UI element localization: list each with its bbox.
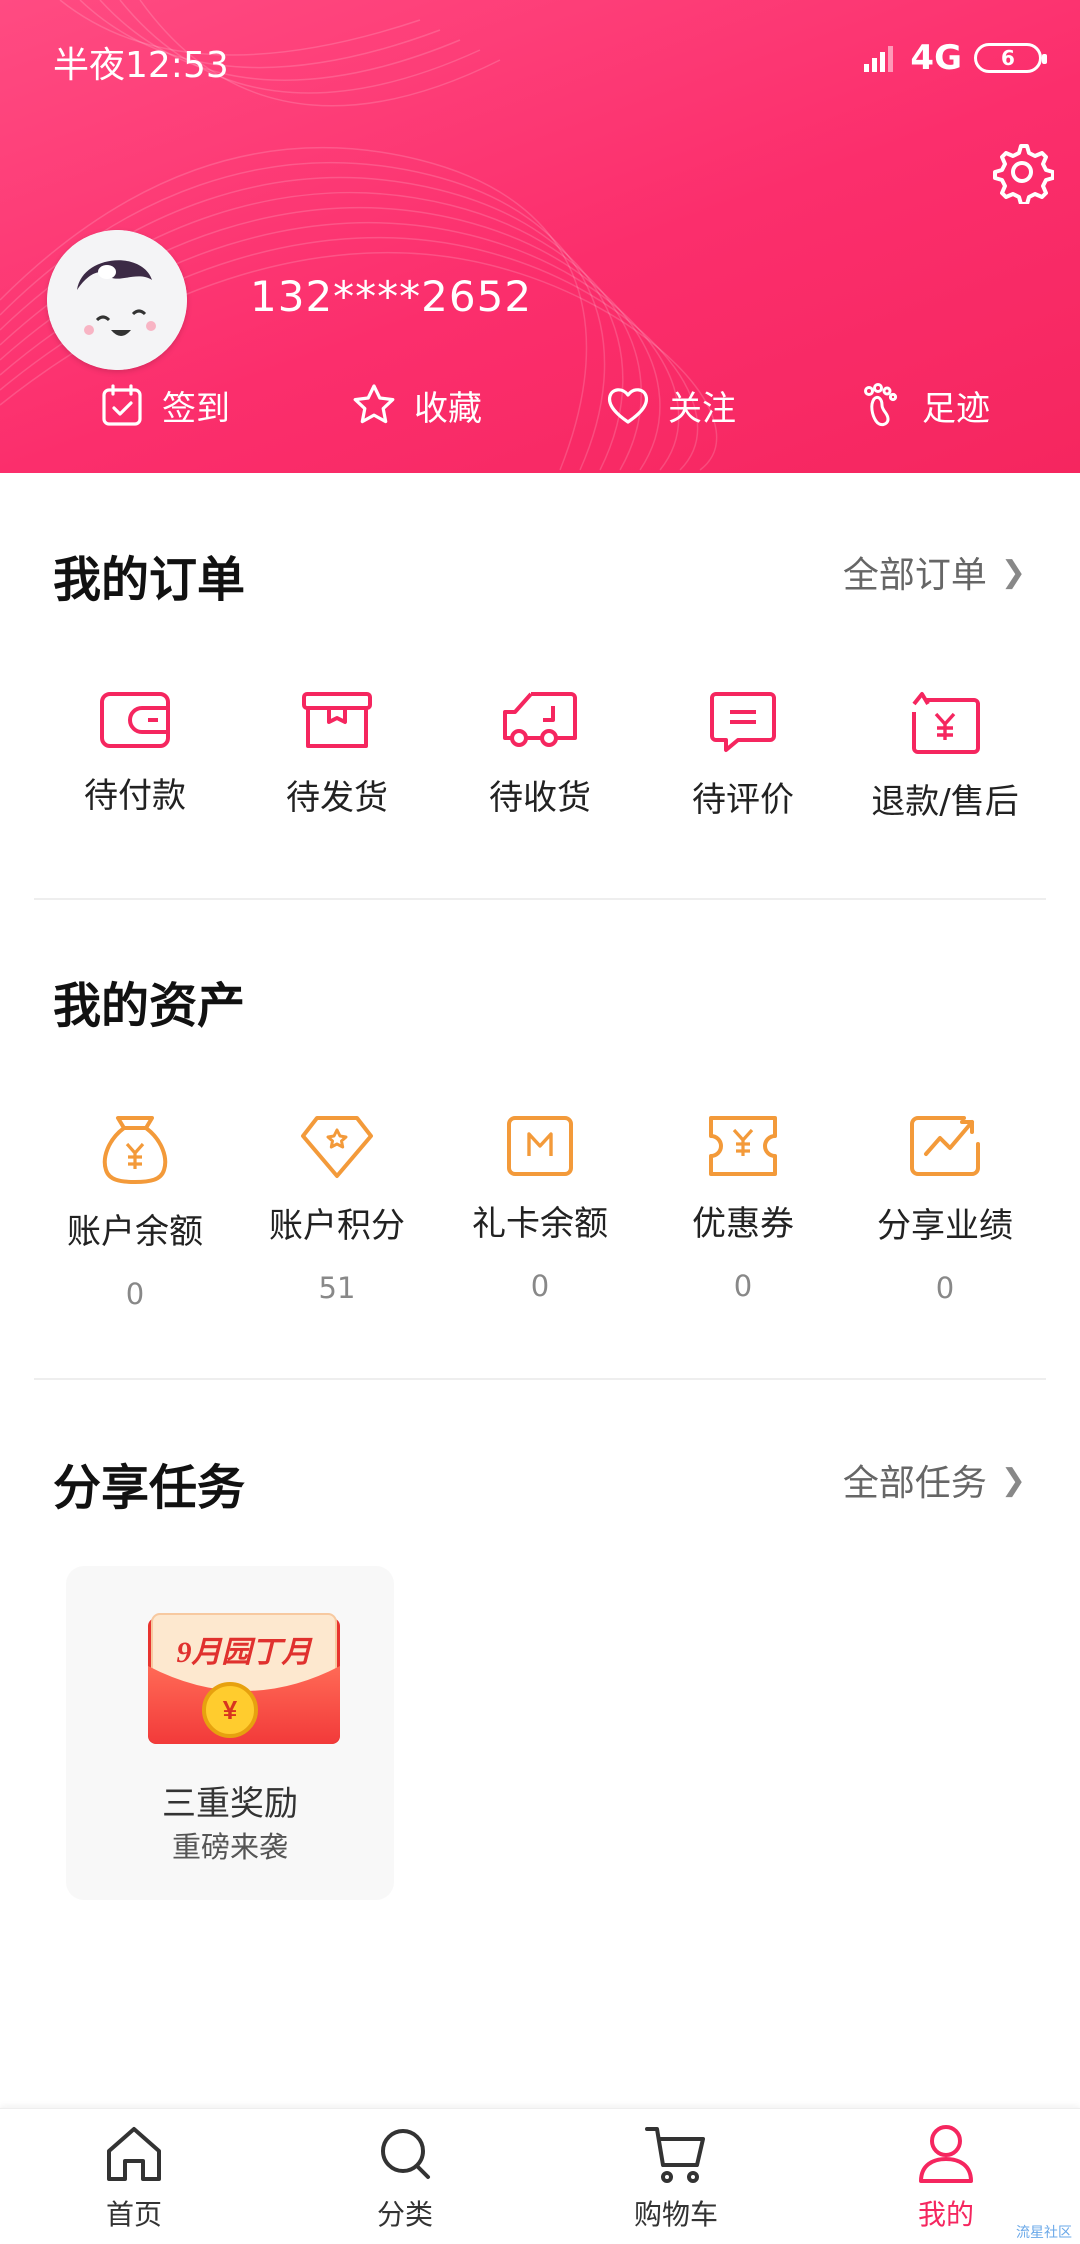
section-divider [34,898,1046,900]
search-icon [381,2129,430,2179]
order-pending-payment-label: 待付款 [84,776,186,816]
quick-favorites-button[interactable]: 收藏 [350,370,482,440]
battery-icon: 6 [974,43,1047,73]
quick-footprint-button[interactable]: 足迹 [858,370,990,440]
red-envelope-icon: ¥ 9月园丁月 [148,1613,340,1744]
nav-category-label: 分类 [376,2198,433,2231]
asset-balance-value: 0 [125,1277,145,1311]
avatar[interactable] [47,230,187,370]
order-refund-aftersale-label: 退款/售后 [871,782,1019,822]
chart-icon [910,1116,980,1176]
nav-cart[interactable]: 购物车 [596,2121,756,2233]
battery-level: 6 [1001,46,1015,70]
order-pending-shipment[interactable]: 待发货 [237,690,437,819]
nav-category[interactable]: 分类 [325,2121,485,2233]
quick-favorites-label: 收藏 [414,388,482,429]
profile-page: 半夜12:53 4G 6 132****2652 签到 收藏 关注 足迹 我的订… [0,0,1080,2244]
money-bag-icon [102,1116,168,1184]
box-icon [302,692,372,748]
order-pending-payment[interactable]: 待付款 [35,690,235,817]
truck-icon [503,692,577,747]
footprint-icon [864,383,898,427]
heart-icon [607,388,649,424]
order-pending-review[interactable]: 待评价 [643,690,843,821]
asset-gift-card-label: 礼卡余额 [472,1204,608,1244]
asset-share-performance-label: 分享业绩 [877,1206,1013,1246]
network-type: 4G [910,38,962,78]
asset-gift-card[interactable]: 礼卡余额 0 [440,1114,640,1303]
assets-section-title: 我的资产 [53,978,246,1034]
nav-home-label: 首页 [105,2198,162,2231]
order-pending-receipt-label: 待收货 [489,778,591,818]
all-orders-label: 全部订单 [842,555,987,596]
signal-icon [864,46,894,72]
user-icon [919,2125,973,2183]
asset-share-performance-value: 0 [935,1271,955,1305]
nav-mine-label: 我的 [917,2198,974,2231]
task-card[interactable]: ¥ 9月园丁月 三重奖励 重磅来袭 [66,1566,394,1900]
asset-points-value: 51 [318,1271,356,1305]
comment-icon [710,692,776,752]
asset-points-label: 账户积分 [269,1206,405,1246]
star-icon [353,384,395,424]
chevron-right-icon: ❯ [1000,554,1026,590]
coupon-icon [709,1116,777,1176]
order-pending-receipt[interactable]: 待收货 [440,690,640,819]
asset-balance[interactable]: 账户余额 0 [35,1114,235,1311]
chevron-right-icon: ❯ [1000,1462,1026,1498]
orders-section-title: 我的订单 [53,552,246,608]
task-banner-text: 9月园丁月 [177,1636,314,1669]
all-tasks-label: 全部任务 [842,1463,987,1504]
nav-home[interactable]: 首页 [54,2121,214,2233]
cart-icon [645,2127,705,2183]
quick-actions: 签到 收藏 关注 足迹 [0,370,1080,440]
gift-card-icon [507,1116,573,1176]
asset-coupons-value: 0 [733,1269,753,1303]
quick-footprint-label: 足迹 [922,388,990,429]
gear-icon[interactable] [990,140,1054,204]
all-tasks-link[interactable]: 全部任务 ❯ [843,1454,1026,1506]
asset-gift-card-value: 0 [530,1269,550,1303]
refund-icon [912,692,980,754]
asset-points[interactable]: 账户积分 51 [237,1114,437,1305]
profile-header: 半夜12:53 4G 6 132****2652 签到 收藏 关注 足迹 [0,0,1080,473]
bottom-nav: 首页 分类 购物车 我的 [0,2108,1080,2244]
quick-checkin-button[interactable]: 签到 [98,370,230,440]
order-pending-shipment-label: 待发货 [286,778,388,818]
order-pending-review-label: 待评价 [692,780,794,820]
order-refund-aftersale[interactable]: 退款/售后 [845,690,1045,823]
diamond-icon [301,1116,373,1178]
home-icon [107,2127,161,2181]
status-time: 半夜12:53 [53,45,229,86]
task-title: 三重奖励 [162,1784,298,1824]
asset-balance-label: 账户余额 [67,1212,203,1252]
status-icons: 4G 6 [864,38,1047,78]
tasks-section-title: 分享任务 [53,1460,246,1516]
task-subtitle: 重磅来袭 [171,1830,288,1864]
nav-mine[interactable]: 我的 [866,2121,1026,2233]
wallet-icon [100,692,170,748]
asset-coupons[interactable]: 优惠券 0 [643,1114,843,1303]
calendar-check-icon [102,384,142,426]
asset-coupons-label: 优惠券 [692,1204,794,1244]
all-orders-link[interactable]: 全部订单 ❯ [843,546,1026,598]
asset-share-performance[interactable]: 分享业绩 0 [845,1114,1045,1305]
quick-follow-label: 关注 [668,388,736,429]
watermark: 流星社区 [1016,2225,1072,2241]
svg-text:¥: ¥ [223,1695,238,1725]
nav-cart-label: 购物车 [633,2198,718,2231]
avatar-mascot-icon [47,230,187,370]
section-divider [34,1378,1046,1380]
user-phone: 132****2652 [250,272,533,321]
quick-follow-button[interactable]: 关注 [604,370,736,440]
quick-checkin-label: 签到 [162,388,230,429]
